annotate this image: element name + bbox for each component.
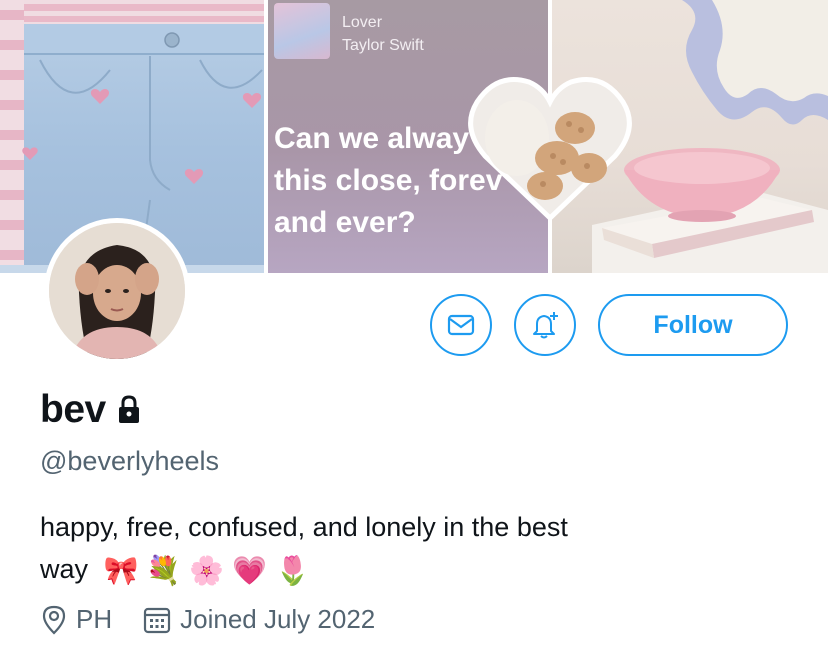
- profile-meta: PH Joined July 2022: [40, 604, 405, 635]
- location-text: PH: [76, 604, 113, 634]
- tulip-emoji: 🌷: [275, 554, 310, 586]
- ribbon-emoji: 🎀: [103, 554, 139, 586]
- avatar-photo: [49, 223, 185, 359]
- location: PH: [40, 604, 112, 635]
- display-name: bev: [40, 388, 106, 431]
- album-art: [274, 3, 330, 59]
- bell-plus-icon: [533, 312, 558, 339]
- bouquet-emoji: 💐: [146, 554, 182, 586]
- notifications-button[interactable]: [514, 294, 576, 356]
- message-button[interactable]: [430, 294, 492, 356]
- follow-button[interactable]: Follow: [598, 294, 788, 356]
- song-artist: Taylor Swift: [342, 37, 424, 54]
- join-date: Joined July 2022: [142, 604, 375, 635]
- username-handle: @beverlyheels: [40, 446, 219, 476]
- location-pin-icon: [42, 605, 66, 635]
- growing-heart-emoji: 💗: [232, 554, 268, 586]
- song-title: Lover: [342, 14, 383, 31]
- join-date-text: Joined July 2022: [180, 604, 376, 634]
- bio-line-1: happy, free, confused, and lonely in the…: [40, 512, 568, 542]
- bio-emojis: 🎀 💐 🌸 💗 🌷: [103, 554, 310, 586]
- avatar[interactable]: [44, 218, 190, 364]
- bio-line-2: way 🎀 💐 🌸 💗 🌷: [40, 548, 740, 590]
- profile-bio: happy, free, confused, and lonely in the…: [40, 506, 740, 590]
- heart-photo-frame: [468, 77, 632, 222]
- cherry-blossom-emoji: 🌸: [189, 554, 225, 586]
- mail-icon: [447, 314, 475, 336]
- profile-name-row: bev: [40, 388, 142, 432]
- calendar-icon: [144, 607, 171, 633]
- bio-line-2-text: way: [40, 554, 89, 584]
- lock-icon: [118, 395, 139, 423]
